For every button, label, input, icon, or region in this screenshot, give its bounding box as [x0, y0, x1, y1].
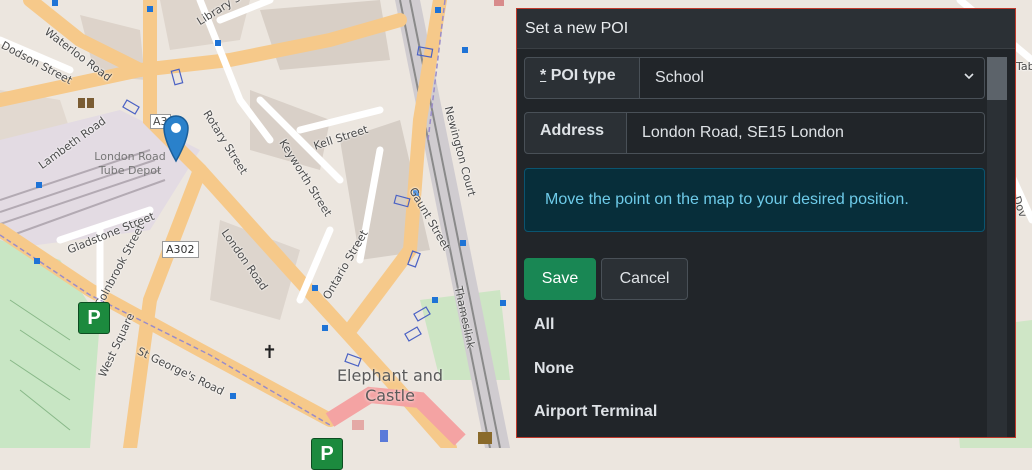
scrollbar[interactable] — [987, 57, 1007, 437]
option-airport-terminal[interactable]: Airport Terminal — [534, 403, 657, 421]
panel-title: Set a new POI — [517, 9, 1015, 49]
edge-label-tab: Tab — [1016, 60, 1032, 73]
parking-marker[interactable]: P — [78, 302, 110, 334]
address-label: Address — [524, 112, 627, 154]
chevron-down-icon — [964, 73, 974, 80]
parking-marker-bottom[interactable]: P — [311, 438, 343, 470]
address-row: Address London Road, SE15 London — [524, 112, 985, 154]
info-alert: Move the point on the map to your desire… — [524, 168, 985, 232]
location-pin-icon[interactable] — [162, 113, 190, 163]
scrollbar-thumb[interactable] — [987, 57, 1007, 100]
poi-type-select[interactable]: School — [639, 57, 985, 99]
save-button[interactable]: Save — [524, 258, 596, 300]
option-none[interactable]: None — [534, 360, 574, 378]
poi-type-label-text: POI type — [550, 67, 616, 84]
option-all[interactable]: All — [534, 316, 554, 334]
road-shield-a302: A302 — [162, 241, 199, 258]
cancel-button[interactable]: Cancel — [601, 258, 688, 300]
poi-type-row: * POI type School — [524, 57, 985, 99]
address-field[interactable]: London Road, SE15 London — [626, 112, 985, 154]
poi-panel: Set a new POI * POI type School Address … — [516, 8, 1016, 438]
depot-label: London Road Tube Depot — [94, 150, 166, 177]
poi-type-label: * POI type — [524, 57, 640, 99]
place-label-elephant-and-castle: Elephant and Castle — [336, 366, 444, 405]
church-icon: ✝ — [262, 342, 278, 363]
required-mark: * — [540, 67, 547, 84]
poi-type-value: School — [655, 69, 704, 86]
